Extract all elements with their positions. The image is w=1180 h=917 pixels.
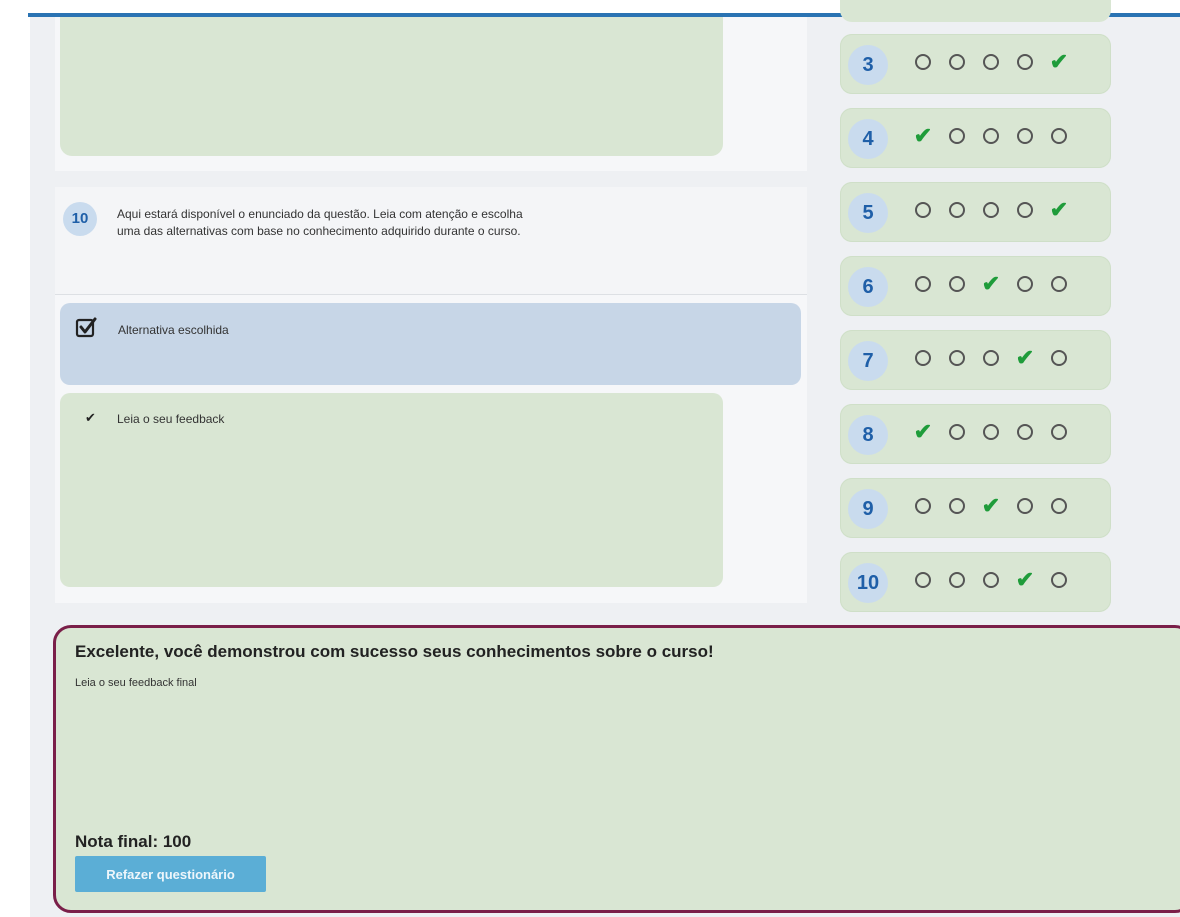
answer-options: ✔ (912, 569, 1070, 591)
circle-icon (912, 569, 934, 591)
circle-icon (1048, 421, 1070, 443)
circle-icon (1014, 125, 1036, 147)
circle-icon (1014, 495, 1036, 517)
question-number-badge: 8 (848, 415, 888, 455)
question-number-badge: 5 (848, 193, 888, 233)
circle-icon (946, 273, 968, 295)
score-row[interactable]: 6 ✔ (840, 256, 1111, 316)
circle-icon (1048, 569, 1070, 591)
circle-icon (980, 569, 1002, 591)
divider (55, 294, 807, 295)
circle-icon (1048, 347, 1070, 369)
circle-icon (912, 51, 934, 73)
circle-icon (1048, 495, 1070, 517)
circle-icon (980, 421, 1002, 443)
circle-icon (946, 421, 968, 443)
score-row[interactable]: 10 ✔ (840, 552, 1111, 612)
score-row[interactable]: 4 ✔ (840, 108, 1111, 168)
chosen-alternative-label: Alternativa escolhida (118, 323, 229, 337)
circle-icon (912, 273, 934, 295)
answer-options: ✔ (912, 421, 1070, 443)
check-icon: ✔ (1015, 345, 1035, 370)
answer-options: ✔ (912, 125, 1070, 147)
previous-feedback-box (60, 17, 723, 156)
question-statement: Aqui estará disponível o enunciado da qu… (117, 206, 677, 240)
check-icon: ✔ (1049, 197, 1069, 222)
circle-icon (946, 569, 968, 591)
circle-icon (912, 347, 934, 369)
circle-icon (946, 199, 968, 221)
circle-icon (980, 51, 1002, 73)
checkbox-checked-icon (75, 317, 97, 338)
final-feedback-label: Leia o seu feedback final (75, 677, 197, 689)
answer-options: ✔ (912, 495, 1070, 517)
check-icon: ✔ (1049, 49, 1069, 74)
check-icon: ✔ (85, 410, 96, 425)
score-row-fragment (840, 0, 1111, 22)
question-number-badge: 10 (848, 563, 888, 603)
check-icon: ✔ (981, 271, 1001, 296)
question-number-badge: 3 (848, 45, 888, 85)
question-number-badge: 9 (848, 489, 888, 529)
circle-icon (946, 347, 968, 369)
score-row[interactable]: 3 ✔ (840, 34, 1111, 94)
check-icon: ✔ (913, 123, 933, 148)
question-number-badge: 4 (848, 119, 888, 159)
question-number-badge: 7 (848, 341, 888, 381)
circle-icon (1014, 273, 1036, 295)
circle-icon (1014, 51, 1036, 73)
answer-options: ✔ (912, 51, 1070, 73)
circle-icon (1014, 199, 1036, 221)
question-statement-line: uma das alternativas com base no conheci… (117, 224, 521, 238)
check-icon: ✔ (981, 493, 1001, 518)
circle-icon (946, 51, 968, 73)
circle-icon (946, 495, 968, 517)
feedback-label: Leia o seu feedback (117, 412, 225, 426)
answer-options: ✔ (912, 347, 1070, 369)
score-row[interactable]: 7 ✔ (840, 330, 1111, 390)
question-header (55, 187, 807, 294)
question-number-badge: 6 (848, 267, 888, 307)
circle-icon (1048, 125, 1070, 147)
circle-icon (980, 125, 1002, 147)
final-result-title: Excelente, você demonstrou com sucesso s… (75, 642, 714, 661)
final-grade: Nota final: 100 (75, 832, 192, 851)
score-row[interactable]: 5 ✔ (840, 182, 1111, 242)
answer-options: ✔ (912, 273, 1070, 295)
check-icon: ✔ (1015, 567, 1035, 592)
circle-icon (912, 495, 934, 517)
circle-icon (980, 347, 1002, 369)
question-number-badge: 10 (63, 202, 97, 236)
answer-options: ✔ (912, 199, 1070, 221)
score-row[interactable]: 8 ✔ (840, 404, 1111, 464)
chosen-alternative[interactable] (60, 303, 801, 385)
circle-icon (1048, 273, 1070, 295)
redo-quiz-button[interactable]: Refazer questionário (75, 856, 266, 892)
circle-icon (980, 199, 1002, 221)
circle-icon (912, 199, 934, 221)
circle-icon (1014, 421, 1036, 443)
circle-icon (946, 125, 968, 147)
question-statement-line: Aqui estará disponível o enunciado da qu… (117, 207, 523, 221)
score-row[interactable]: 9 ✔ (840, 478, 1111, 538)
check-icon: ✔ (913, 419, 933, 444)
